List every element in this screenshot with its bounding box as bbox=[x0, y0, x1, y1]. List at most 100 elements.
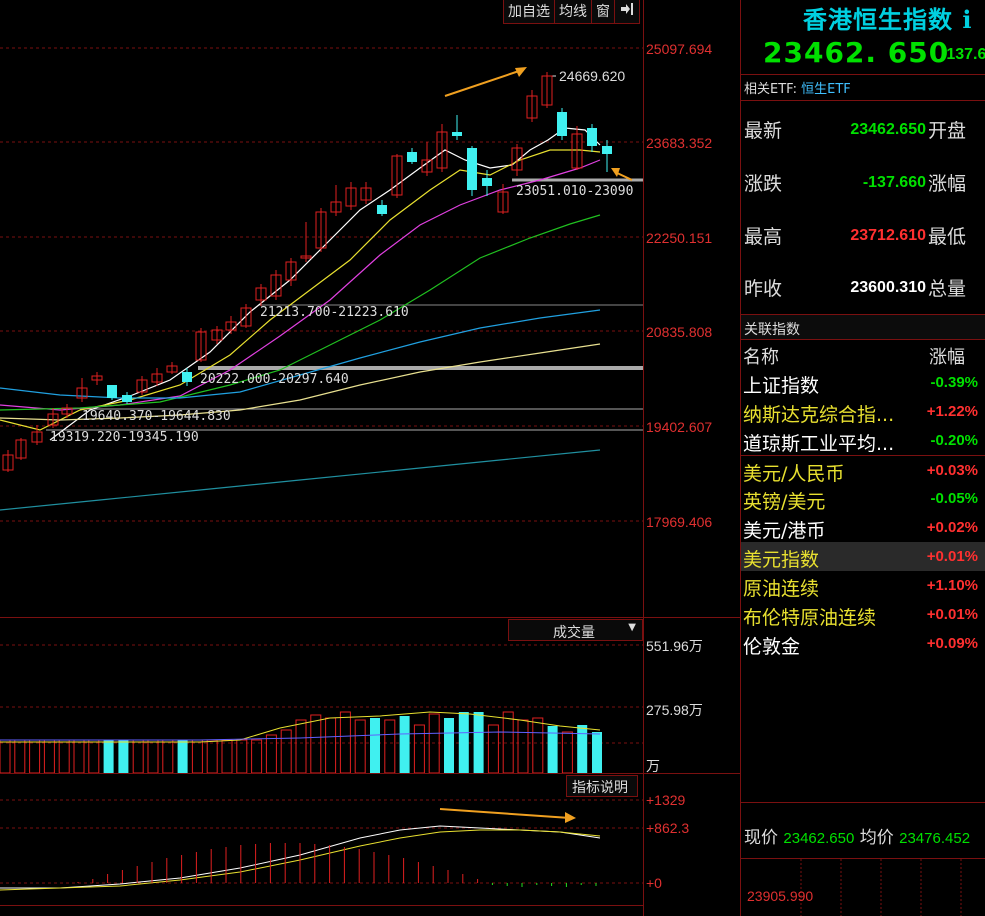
volume-bar bbox=[592, 732, 602, 773]
price-tick: 25097.694 bbox=[646, 41, 713, 57]
related-index-change: +0.01% bbox=[926, 548, 978, 565]
price-tick: 20835.808 bbox=[646, 324, 713, 340]
quote-row-right-label: 最低 bbox=[928, 226, 967, 248]
volume-unit: 万 bbox=[646, 758, 660, 774]
quote-row-value: -137.660 bbox=[862, 174, 926, 191]
volume-bar bbox=[236, 739, 248, 774]
related-index-change: +1.22% bbox=[926, 403, 978, 420]
volume-tick: 551.96万 bbox=[646, 638, 703, 654]
quote-row-right-label: 涨幅 bbox=[928, 173, 967, 195]
indicator-tick: +1329 bbox=[646, 792, 686, 808]
volume-bar bbox=[0, 739, 11, 774]
volume-bar bbox=[384, 719, 396, 774]
volume-bar bbox=[295, 719, 307, 774]
related-index-row[interactable]: 美元指数 +0.01% bbox=[741, 542, 985, 571]
etf-label: 相关ETF: bbox=[744, 82, 798, 97]
chevron-down-icon: ▼ bbox=[628, 622, 636, 633]
candle-body bbox=[482, 178, 492, 186]
intraday-summary: 现价 23462.650 均价 23476.452 bbox=[744, 823, 970, 848]
related-index-row[interactable]: 道琼斯工业平均... -0.20% bbox=[741, 426, 985, 455]
high-price-label: 24669.620 bbox=[559, 68, 626, 84]
volume-bar bbox=[265, 734, 277, 774]
indicator-tick: +0 bbox=[646, 875, 662, 891]
volume-bar bbox=[73, 739, 85, 774]
related-index-row[interactable]: 美元/港币 +0.02% bbox=[741, 513, 985, 542]
related-index-row[interactable]: 纳斯达克综合指... +1.22% bbox=[741, 397, 985, 426]
related-index-change: +0.02% bbox=[926, 519, 978, 536]
column-header-change: 涨幅 bbox=[929, 347, 965, 368]
range-label: 20222.000-20297.640 bbox=[200, 372, 349, 387]
kline-chart[interactable] bbox=[0, 0, 643, 916]
volume-bar bbox=[221, 739, 233, 774]
volume-bar bbox=[310, 714, 322, 774]
candle-body bbox=[407, 152, 417, 162]
kline-chart-area[interactable] bbox=[0, 0, 643, 916]
price-change: -137.6 bbox=[941, 46, 985, 63]
quote-row-right-label: 总量 bbox=[928, 278, 967, 300]
current-price: 23462. 650 bbox=[763, 36, 950, 69]
volume-bar bbox=[280, 729, 292, 774]
chart-toolbar: 加自选 均线 窗 bbox=[503, 0, 640, 24]
volume-bar bbox=[14, 739, 26, 774]
indicator-help-button[interactable]: 指标说明 bbox=[566, 775, 638, 797]
quote-row-right-label: 开盘 bbox=[928, 120, 967, 142]
etf-row: 相关ETF: 恒生ETF bbox=[744, 78, 851, 97]
volume-bar bbox=[177, 740, 188, 773]
exit-arrow-icon[interactable] bbox=[615, 0, 640, 24]
related-index-row[interactable]: 伦敦金 +0.09% bbox=[741, 629, 985, 658]
related-index-row[interactable]: 上证指数 -0.39% bbox=[741, 368, 985, 397]
candle-body bbox=[122, 395, 132, 402]
add-watchlist-button[interactable]: 加自选 bbox=[504, 0, 555, 24]
ma-line bbox=[0, 149, 601, 431]
avg-price-value: 23476.452 bbox=[899, 830, 971, 847]
volume-bar bbox=[561, 731, 573, 774]
price-axis-border bbox=[643, 0, 644, 916]
now-price-label: 现价 bbox=[744, 828, 778, 848]
related-index-name: 纳斯达克综合指... bbox=[743, 404, 895, 426]
candle-body bbox=[107, 385, 117, 398]
volume-bar bbox=[103, 740, 114, 773]
ma-line-button[interactable]: 均线 bbox=[555, 0, 592, 24]
divider bbox=[741, 100, 985, 101]
related-index-name: 道琼斯工业平均... bbox=[743, 433, 895, 455]
now-price-value: 23462.650 bbox=[783, 830, 855, 847]
ma-line bbox=[0, 449, 601, 511]
price-tick: 19402.607 bbox=[646, 419, 713, 435]
intraday-chart: 23905.990 bbox=[741, 858, 985, 916]
volume-bar bbox=[354, 719, 366, 774]
avg-price-label: 均价 bbox=[859, 828, 894, 848]
related-index-name: 美元/港币 bbox=[743, 520, 826, 542]
related-index-row[interactable]: 英镑/美元 -0.05% bbox=[741, 484, 985, 513]
related-index-row[interactable]: 布伦特原油连续 +0.01% bbox=[741, 600, 985, 629]
quote-row-label: 涨跌 bbox=[744, 173, 783, 195]
intraday-axis-value: 23905.990 bbox=[747, 888, 814, 904]
price-grid bbox=[0, 47, 643, 884]
volume-bar bbox=[43, 739, 55, 774]
volume-bar bbox=[577, 725, 588, 773]
etf-link[interactable]: 恒生ETF bbox=[801, 82, 851, 97]
quote-row-value: 23462.650 bbox=[850, 121, 926, 138]
volume-indicator-select[interactable]: 成交量 ▼ bbox=[508, 619, 643, 641]
candle-body bbox=[182, 372, 192, 382]
related-index-row[interactable]: 原油连续 +1.10% bbox=[741, 571, 985, 600]
range-label: 21213.700-21223.610 bbox=[260, 305, 409, 320]
related-index-change: +1.10% bbox=[926, 577, 978, 594]
quote-panel: 香港恒生指数 i 23462. 650 -137.6 相关ETF: 恒生ETF … bbox=[740, 0, 985, 916]
related-index-change: +0.01% bbox=[926, 606, 978, 623]
volume-bar bbox=[29, 739, 41, 774]
candle-body bbox=[602, 146, 612, 154]
volume-bar bbox=[191, 739, 203, 774]
volume-bar bbox=[444, 718, 454, 773]
indicator-tick: +862.3 bbox=[646, 820, 690, 836]
volume-bar bbox=[132, 739, 144, 774]
price-tick: 22250.151 bbox=[646, 230, 713, 246]
window-button[interactable]: 窗 bbox=[592, 0, 615, 24]
volume-bar bbox=[473, 712, 484, 773]
range-label: 19640.370-19644.830 bbox=[82, 409, 231, 424]
related-index-name: 上证指数 bbox=[743, 375, 820, 397]
related-index-name: 伦敦金 bbox=[743, 636, 801, 658]
volume-bar bbox=[147, 739, 159, 774]
candle-body bbox=[467, 148, 477, 190]
related-index-name: 美元/人民币 bbox=[743, 463, 845, 485]
related-index-row[interactable]: 美元/人民币 +0.03% bbox=[741, 455, 985, 485]
